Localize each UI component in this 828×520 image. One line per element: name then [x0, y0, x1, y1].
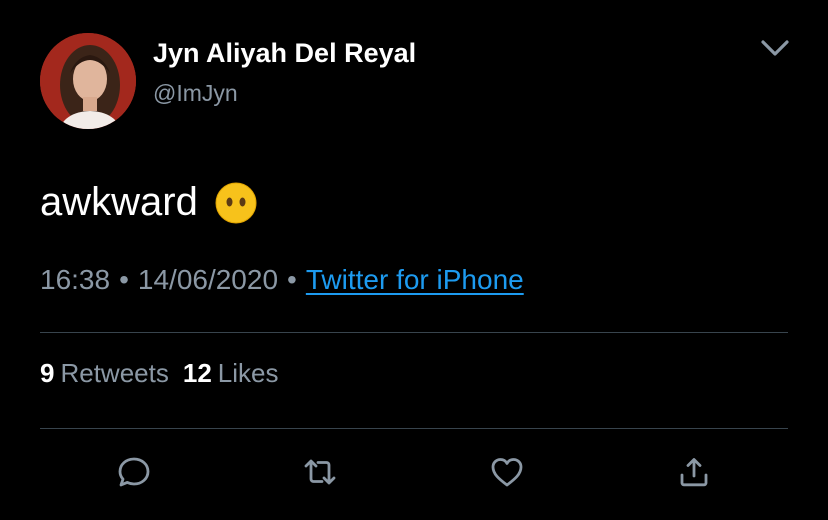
- chevron-down-icon[interactable]: [758, 36, 792, 60]
- tweet-text: awkward: [40, 180, 258, 225]
- tweet-meta: 16:38 • 14/06/2020 • Twitter for iPhone: [40, 264, 524, 296]
- likes-stat[interactable]: 12 Likes: [183, 358, 279, 388]
- user-name[interactable]: Jyn Aliyah Del Reyal: [153, 38, 416, 69]
- divider: [40, 428, 788, 429]
- retweets-count: 9: [40, 358, 55, 388]
- tweet-time: 16:38: [40, 264, 111, 295]
- share-icon[interactable]: [676, 454, 712, 490]
- user-handle[interactable]: @ImJyn: [153, 80, 238, 107]
- face-without-mouth-icon: [215, 182, 257, 223]
- likes-count: 12: [182, 358, 212, 388]
- tweet-text-content: awkward: [40, 180, 198, 224]
- meta-separator: •: [119, 264, 129, 295]
- tweet-date: 14/06/2020: [137, 264, 279, 295]
- avatar[interactable]: [40, 33, 136, 129]
- tweet-stats: 9 Retweets 12 Likes: [40, 358, 278, 389]
- retweets-stat[interactable]: 9 Retweets: [40, 358, 169, 388]
- tweet-source-link[interactable]: Twitter for iPhone: [306, 264, 524, 295]
- retweet-icon[interactable]: [302, 454, 338, 490]
- retweets-label: Retweets: [60, 358, 169, 388]
- likes-label: Likes: [217, 358, 279, 388]
- divider: [40, 332, 788, 333]
- like-icon[interactable]: [489, 454, 525, 490]
- reply-icon[interactable]: [116, 454, 152, 490]
- meta-separator: •: [287, 264, 297, 295]
